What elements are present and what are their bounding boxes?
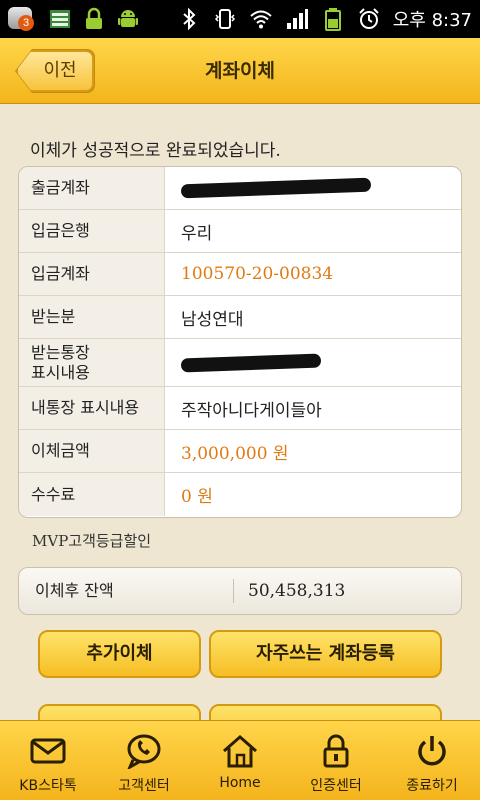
nav-label: KB스타톡 (19, 778, 77, 794)
table-row: 이체금액 3,000,000 원 (19, 430, 461, 473)
row-value-deposit-bank: 우리 (181, 223, 213, 244)
nav-item-auth-center[interactable]: 인증센터 (288, 721, 384, 800)
bluetooth-icon (183, 7, 196, 31)
transfer-detail-table: 출금계좌 입금은행 우리 입금계좌 100570-20-00834 받는분 남성… (18, 166, 462, 518)
row-value-recipient-memo (165, 339, 461, 386)
row-value-fee: 0 원 (181, 487, 213, 507)
register-favorite-account-button[interactable]: 자주쓰는 계좌등록 (209, 630, 442, 678)
result-message: 이체가 성공적으로 완료되었습니다. (30, 141, 281, 161)
table-row: 내통장 표시내용 주작아니다게이들아 (19, 387, 461, 430)
row-label-deposit-account: 입금계좌 (19, 253, 165, 295)
row-value-amount: 3,000,000 원 (181, 443, 289, 464)
android-icon (118, 10, 138, 27)
alarm-icon (359, 8, 379, 29)
row-value-withdraw-account (165, 167, 461, 209)
clock: 오후 8:37 (392, 10, 472, 31)
notification-count: 3 (18, 15, 34, 31)
content-area: 이체가 성공적으로 완료되었습니다. 출금계좌 입금은행 우리 입금계좌 100… (0, 104, 480, 720)
row-label-amount: 이체금액 (19, 430, 165, 472)
lock-icon (323, 734, 349, 768)
nav-item-exit[interactable]: 종료하기 (384, 721, 480, 800)
balance-value: 50,458,313 (248, 581, 346, 601)
redacted-mark (180, 177, 372, 199)
mail-icon (30, 738, 66, 764)
balance-label: 이체후 잔액 (19, 579, 234, 603)
vibrate-icon (214, 9, 235, 29)
nav-item-home[interactable]: Home (192, 721, 288, 800)
row-label-my-memo: 내통장 표시내용 (19, 387, 165, 429)
partial-button-left[interactable] (38, 704, 201, 720)
nav-item-customer-center[interactable]: 고객센터 (96, 721, 192, 800)
app-header: 이전 계좌이체 (0, 38, 480, 104)
row-value-deposit-account: 100570-20-00834 (181, 264, 334, 284)
battery-icon (324, 8, 341, 31)
row-value-recipient: 남성연대 (181, 309, 244, 330)
nav-label: 인증센터 (310, 778, 362, 794)
table-app-icon (50, 10, 70, 28)
partial-button-right[interactable] (209, 704, 442, 720)
table-row: 받는분 남성연대 (19, 296, 461, 339)
power-icon (418, 736, 446, 766)
nav-label: 고객센터 (118, 778, 170, 794)
signal-icon (286, 9, 308, 29)
row-label-recipient-memo: 받는통장 표시내용 (19, 339, 165, 386)
nav-label: 종료하기 (406, 778, 458, 794)
table-row: 입금은행 우리 (19, 210, 461, 253)
bottom-nav: KB스타톡 고객센터 Home 인증센터 종료하기 (0, 720, 480, 800)
table-row: 수수료 0 원 (19, 473, 461, 516)
table-row: 받는통장 표시내용 (19, 339, 461, 387)
home-icon (223, 735, 257, 768)
row-label-fee: 수수료 (19, 473, 165, 516)
table-row: 입금계좌 100570-20-00834 (19, 253, 461, 296)
status-bar: 3 오후 8:37 (0, 0, 480, 38)
row-label-withdraw-account: 출금계좌 (19, 167, 165, 209)
lock-status-icon (86, 7, 102, 29)
table-row: 출금계좌 (19, 167, 461, 210)
wifi-icon (250, 10, 272, 29)
balance-box: 이체후 잔액 50,458,313 (18, 567, 462, 615)
row-label-recipient: 받는분 (19, 296, 165, 338)
notification-icon: 3 (8, 5, 38, 33)
add-transfer-button[interactable]: 추가이체 (38, 630, 201, 678)
redacted-mark (180, 353, 322, 372)
page-title: 계좌이체 (205, 60, 275, 82)
row-label-deposit-bank: 입금은행 (19, 210, 165, 252)
mvp-discount-note: MVP고객등급할인 (32, 532, 152, 550)
nav-item-kb-startalk[interactable]: KB스타톡 (0, 721, 96, 800)
phone-chat-icon (127, 734, 161, 769)
nav-label: Home (219, 775, 261, 791)
row-value-my-memo: 주작아니다게이들아 (181, 400, 322, 421)
